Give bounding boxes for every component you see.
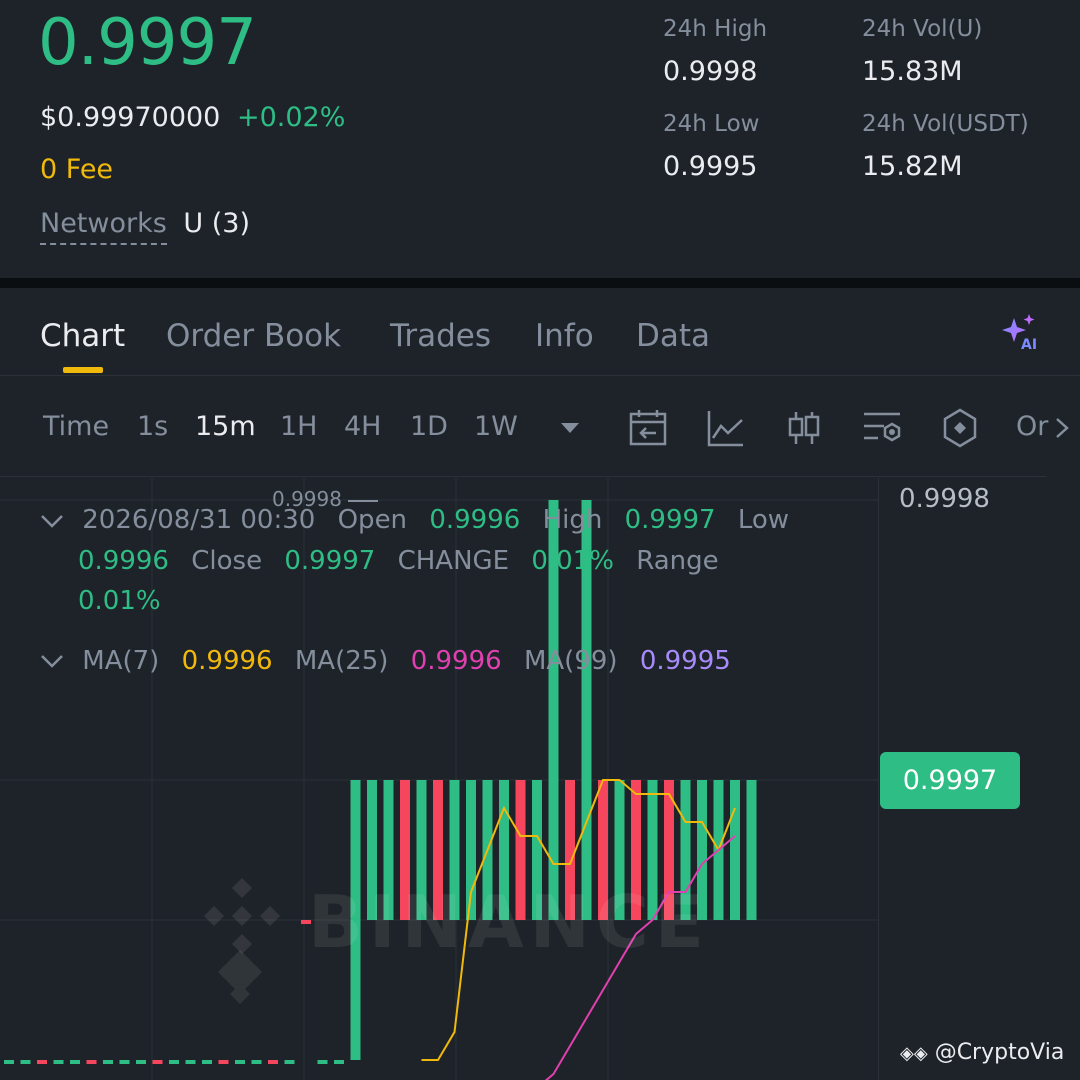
watermark-text: BINANCE: [308, 880, 710, 964]
candle: [37, 1060, 47, 1064]
candle: [235, 1060, 245, 1064]
active-tab-indicator: [63, 367, 103, 373]
ma25-label: MA(25): [294, 645, 389, 676]
section-divider: [0, 278, 1080, 288]
chart-settings-icon[interactable]: [860, 406, 904, 450]
ma99-label: MA(99): [523, 645, 618, 676]
ohlc-date: 2026/08/31 00:30: [82, 505, 316, 535]
high-value-ohlc: 0.9997: [624, 505, 716, 535]
ma99-value: 0.9995: [639, 645, 731, 676]
watermark-logo-icon: [192, 866, 292, 970]
tab-chart[interactable]: Chart: [40, 318, 125, 354]
tab-order-book[interactable]: Order Book: [166, 318, 341, 354]
tab-info[interactable]: Info: [535, 318, 594, 354]
axis-divider: [878, 478, 879, 1080]
more-tools-label: Or: [1016, 411, 1049, 442]
tf-1w[interactable]: 1W: [474, 411, 518, 442]
open-label: Open: [337, 505, 408, 535]
candle: [185, 1060, 196, 1064]
toolbar-divider: [0, 476, 1046, 477]
ma7-label: MA(7): [82, 645, 160, 676]
credit-text: @CryptoVia: [934, 1040, 1065, 1065]
low-label-ohlc: Low: [737, 505, 790, 535]
chevron-right-icon[interactable]: [1054, 416, 1070, 444]
candle: [103, 1060, 113, 1064]
credit-label: ◈◈ @CryptoVia: [900, 1040, 1064, 1065]
timeframe-dropdown-icon[interactable]: [558, 418, 582, 442]
usd-price-row: $0.99970000 +0.02%: [40, 102, 345, 133]
ma-collapse-icon[interactable]: [40, 646, 64, 676]
candle: [152, 1060, 163, 1064]
low-value: 0.9995: [663, 151, 758, 182]
change-percent: +0.02%: [236, 102, 346, 133]
tf-15m[interactable]: 15m: [195, 411, 256, 442]
candle: [169, 1060, 179, 1064]
candle: [218, 1060, 229, 1064]
vol-u-value: 15.83M: [862, 56, 963, 87]
axis-top-label: 0.9998: [899, 484, 990, 514]
candle: [746, 780, 757, 920]
high-label: 24h High: [663, 16, 768, 42]
ai-label: AI: [1021, 337, 1037, 353]
change-value: 0.01%: [531, 545, 614, 576]
candle: [4, 1060, 14, 1064]
tf-1d[interactable]: 1D: [410, 411, 448, 442]
high-value: 0.9998: [663, 56, 758, 87]
credit-logo-icon: ◈◈: [900, 1043, 928, 1064]
low-label: 24h Low: [663, 111, 760, 137]
networks-label: Networks: [40, 208, 167, 245]
more-tools[interactable]: Or: [1016, 411, 1048, 442]
candle: [334, 1060, 344, 1064]
ai-sparkle-icon[interactable]: AI: [998, 312, 1044, 354]
candle: [284, 1060, 295, 1064]
candle: [730, 780, 740, 920]
vol-u-label: 24h Vol(U): [862, 16, 983, 42]
last-price: 0.9997: [38, 6, 257, 80]
change-label: CHANGE: [397, 545, 510, 576]
time-label[interactable]: Time: [43, 411, 109, 442]
candlestick-icon[interactable]: [782, 406, 826, 450]
hexagon-tool-icon[interactable]: [938, 406, 982, 450]
candle: [251, 1060, 262, 1064]
open-value: 0.9996: [429, 505, 521, 535]
candle: [268, 1060, 278, 1064]
tab-data[interactable]: Data: [636, 318, 710, 354]
candle: [86, 1060, 97, 1064]
candle: [317, 1060, 328, 1064]
tf-1h[interactable]: 1H: [280, 411, 317, 442]
close-value: 0.9997: [284, 545, 376, 576]
ohlc-overlay: 2026/08/31 00:30 Open 0.9996 High 0.9997…: [40, 500, 860, 676]
usd-price: $0.99970000: [40, 102, 221, 133]
candle: [136, 1060, 146, 1064]
close-label: Close: [191, 545, 263, 576]
calendar-back-icon[interactable]: [626, 406, 670, 450]
candle: [119, 1060, 130, 1064]
vol-usdt-label: 24h Vol(USDT): [862, 111, 1029, 137]
vol-usdt-value: 15.82M: [862, 151, 963, 182]
current-price-tag: 0.9997: [880, 752, 1020, 809]
range-value: 0.01%: [78, 585, 161, 616]
ma7-value: 0.9996: [181, 645, 273, 676]
tab-trades[interactable]: Trades: [390, 318, 491, 354]
tf-4h[interactable]: 4H: [344, 411, 381, 442]
tf-1s[interactable]: 1s: [137, 411, 168, 442]
range-label: Range: [636, 545, 719, 576]
ohlc-collapse-icon[interactable]: [40, 501, 64, 541]
networks-row[interactable]: Networks U (3): [40, 208, 250, 245]
candle: [53, 1060, 64, 1064]
low-value-ohlc: 0.9996: [78, 545, 169, 576]
tabs-divider: [0, 375, 1080, 376]
ticker-header: 0.9997 $0.99970000 +0.02% 0 Fee Networks…: [0, 0, 1080, 278]
candle: [20, 1060, 31, 1064]
fee-badge[interactable]: 0 Fee: [40, 154, 113, 185]
high-label-ohlc: High: [542, 505, 603, 535]
candle: [202, 1060, 212, 1064]
networks-value: U (3): [183, 208, 250, 239]
candle: [70, 1060, 80, 1064]
indicator-chart-icon[interactable]: [704, 406, 748, 450]
ma25-value: 0.9996: [410, 645, 502, 676]
